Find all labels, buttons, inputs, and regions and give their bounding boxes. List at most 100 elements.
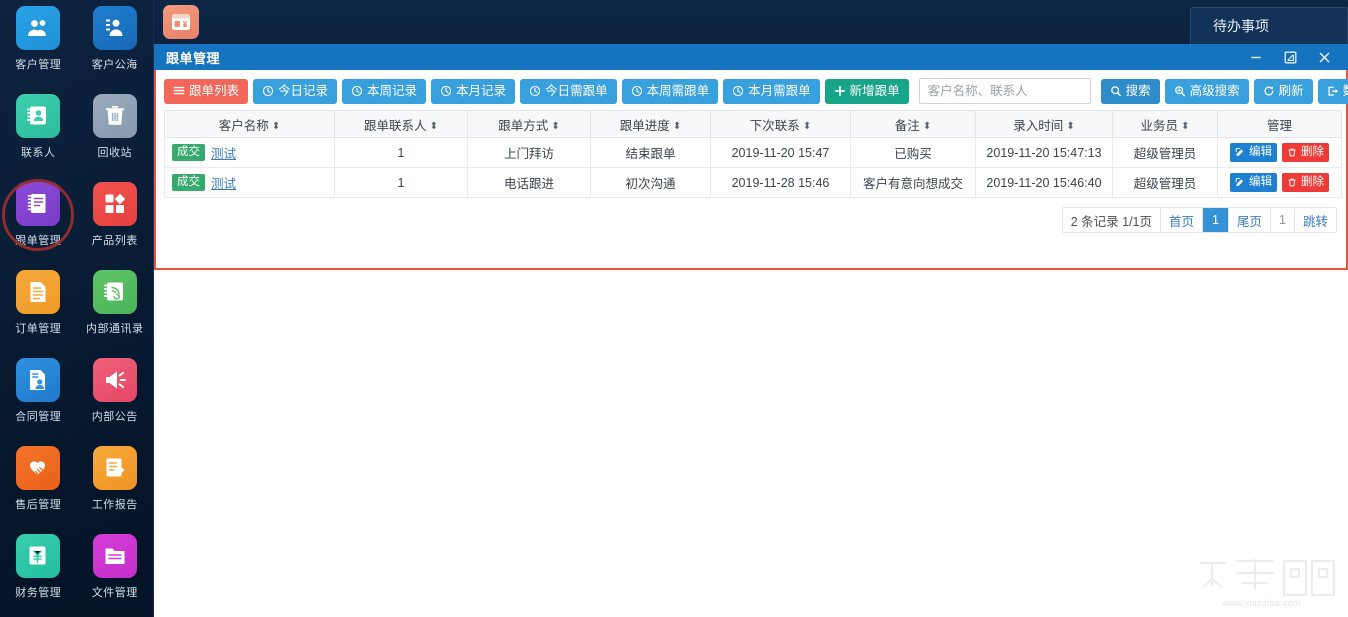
button-label: 跟单列表 [189,85,239,98]
pagination-jump-input[interactable]: 1 [1271,208,1295,232]
table-container: 客户名称⬍跟单联系人⬍跟单方式⬍跟单进度⬍下次联系⬍备注⬍录入时间⬍业务员⬍管理… [156,110,1346,198]
pagination-first[interactable]: 首页 [1161,208,1203,232]
cell-salesman: 超级管理员 [1113,168,1218,198]
user-card-icon [93,6,137,50]
toolbar-button-本月需跟单[interactable]: 本月需跟单 [723,79,820,104]
grid-blocks-icon [93,182,137,226]
top-strip: 待办事项 [154,0,1348,44]
todo-tab[interactable]: 待办事项 [1190,7,1348,44]
sidebar-item-label: 文件管理 [92,584,138,600]
toolbar-button-今日记录[interactable]: 今日记录 [253,79,337,104]
contract-icon [16,358,60,402]
pagination-last[interactable]: 尾页 [1229,208,1271,232]
pagination-page-1[interactable]: 1 [1203,208,1229,232]
sidebar-item-3[interactable]: 回收站 [77,94,154,174]
column-header-4[interactable]: 下次联系⬍ [711,111,851,138]
cell-salesman: 超级管理员 [1113,138,1218,168]
pagination-jump-button[interactable]: 跳转 [1295,208,1336,232]
sidebar-item-13[interactable]: 文件管理 [77,534,154,614]
sidebar-item-9[interactable]: 内部公告 [77,358,154,438]
sort-toggle-icon[interactable]: ⬍ [673,121,681,132]
column-header-2[interactable]: 跟单方式⬍ [468,111,591,138]
restore-icon[interactable] [1282,49,1298,65]
app-window-icon[interactable] [163,5,199,39]
window-controls [1248,44,1342,70]
toolbar-action-高级搜索[interactable]: 高级搜索 [1165,79,1249,104]
delete-button-label: 删除 [1301,147,1324,159]
sort-toggle-icon[interactable]: ⬍ [1181,121,1189,132]
delete-button[interactable]: 删除 [1282,173,1329,192]
toolbar-button-新增跟单[interactable]: 新增跟单 [825,79,909,104]
search-input[interactable] [919,78,1091,104]
toolbar-button-本周记录[interactable]: 本周记录 [342,79,426,104]
column-header-0[interactable]: 客户名称⬍ [165,111,335,138]
sidebar-item-2[interactable]: 联系人 [0,94,77,174]
edit-button-label: 编辑 [1249,177,1272,189]
pagination: 2 条记录 1/1页 首页 1 尾页 1 跳转 [156,198,1346,233]
column-header-1[interactable]: 跟单联系人⬍ [335,111,468,138]
sidebar-item-4[interactable]: 跟单管理 [0,182,77,262]
column-header-8: 管理 [1218,111,1342,138]
sidebar-item-label: 工作报告 [92,496,138,512]
megaphone-icon [93,358,137,402]
sort-toggle-icon[interactable]: ⬍ [923,121,931,132]
sidebar-item-10[interactable]: 售后管理 [0,446,77,526]
minimize-icon[interactable] [1248,49,1264,65]
sidebar-item-7[interactable]: 内部通讯录 [77,270,154,350]
toolbar-button-跟单列表[interactable]: 跟单列表 [164,79,248,104]
left-sidebar: 客户管理客户公海联系人 回收站跟单管理产品列表订单管理内部通讯录合同管理内部公告售… [0,0,154,617]
toolbar-button-本周需跟单[interactable]: 本周需跟单 [622,79,719,104]
follow-up-table: 客户名称⬍跟单联系人⬍跟单方式⬍跟单进度⬍下次联系⬍备注⬍录入时间⬍业务员⬍管理… [164,110,1342,198]
customer-name-link[interactable]: 测试 [211,177,236,191]
column-header-label: 管理 [1267,119,1292,133]
sidebar-item-12[interactable]: 财务管理 [0,534,77,614]
cell-actions: 编辑 删除 [1218,138,1342,168]
column-header-7[interactable]: 业务员⬍ [1113,111,1218,138]
column-header-6[interactable]: 录入时间⬍ [976,111,1113,138]
edit-button[interactable]: 编辑 [1230,143,1277,162]
sidebar-item-label: 内部公告 [92,408,138,424]
customer-name-link[interactable]: 测试 [211,147,236,161]
sidebar-item-6[interactable]: 订单管理 [0,270,77,350]
trash-icon [93,94,137,138]
button-label: 今日需跟单 [545,85,608,98]
cell-progress: 结束跟单 [591,138,711,168]
sort-toggle-icon[interactable]: ⬍ [272,121,280,132]
sidebar-item-label: 产品列表 [92,232,138,248]
toolbar-button-今日需跟单[interactable]: 今日需跟单 [520,79,617,104]
table-header-row: 客户名称⬍跟单联系人⬍跟单方式⬍跟单进度⬍下次联系⬍备注⬍录入时间⬍业务员⬍管理 [165,111,1342,138]
toolbar-action-搜索[interactable]: 搜索 [1101,79,1160,104]
users-group-icon [16,6,60,50]
edit-button-label: 编辑 [1249,147,1272,159]
toolbar: 跟单列表 今日记录 本周记录本月记录 今日需跟单 本周需跟单本月需跟单新增跟单 搜索高级搜… [156,70,1346,110]
delete-button[interactable]: 删除 [1282,143,1329,162]
cell-customer: 成交测试 [165,168,335,198]
toolbar-action-刷新[interactable]: 刷新 [1254,79,1313,104]
sidebar-item-label: 联系人 [21,144,56,160]
toolbar-action-数据导出[interactable]: 数据导出 [1318,79,1348,104]
cell-contact: 1 [335,138,468,168]
column-header-3[interactable]: 跟单进度⬍ [591,111,711,138]
sort-toggle-icon[interactable]: ⬍ [430,121,438,132]
table-body: 成交测试1上门拜访结束跟单2019-11-20 15:47已购买2019-11-… [165,138,1342,198]
column-header-5[interactable]: 备注⬍ [851,111,976,138]
sort-toggle-icon[interactable]: ⬍ [803,121,811,132]
close-icon[interactable] [1316,49,1332,65]
window-titlebar[interactable]: 跟单管理 [154,44,1348,70]
sidebar-item-1[interactable]: 客户公海 [77,6,154,86]
column-header-label: 下次联系 [750,119,800,133]
sidebar-item-8[interactable]: 合同管理 [0,358,77,438]
document-icon [16,270,60,314]
sidebar-item-5[interactable]: 产品列表 [77,182,154,262]
button-label: 今日记录 [278,85,328,98]
sidebar-item-11[interactable]: 工作报告 [77,446,154,526]
cell-created: 2019-11-20 15:47:13 [976,138,1113,168]
sidebar-item-label: 回收站 [98,144,133,160]
sort-toggle-icon[interactable]: ⬍ [1066,121,1074,132]
toolbar-button-本月记录[interactable]: 本月记录 [431,79,515,104]
cell-contact: 1 [335,168,468,198]
sidebar-item-0[interactable]: 客户管理 [0,6,77,86]
app-root: 客户管理客户公海联系人回收站跟单管理产品列表订单管理内部通讯录合同管理内部公告售… [0,0,1348,617]
sort-toggle-icon[interactable]: ⬍ [551,121,559,132]
edit-button[interactable]: 编辑 [1230,173,1277,192]
